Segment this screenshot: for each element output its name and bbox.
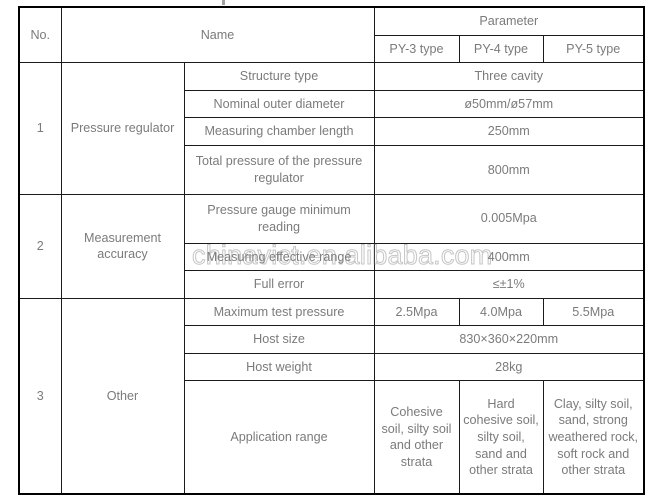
parameter-label-cell: Measuring chamber length [183, 117, 375, 147]
parameter-label-cell: Pressure gauge minimum reading [183, 193, 375, 244]
row-number-cell: 2 [18, 193, 62, 299]
parameter-value-cell-1: Cohesive soil, silty soil and other stra… [373, 380, 460, 495]
specification-table-container: No. Name Parameter PY-3 type PY-4 type PY-5 t… [18, 6, 646, 495]
specification-table: No. Name Parameter PY-3 type PY-4 type PY-5 t… [18, 6, 646, 495]
table-row: 2 Measurement accuracy Pressure gauge mini… [18, 193, 645, 299]
category-name-cell: Other [60, 297, 185, 495]
parameter-value-cell: Three cavity [373, 62, 645, 91]
parameter-value-cell: 800mm [373, 145, 645, 195]
parameter-label-cell: Host size [183, 325, 375, 354]
row-number-cell: 1 [18, 62, 62, 195]
parameter-value-cell-3: Clay, silty soil, sand, strong weathered… [542, 380, 645, 495]
parameter-label-cell: Nominal outer diameter [183, 89, 375, 119]
parameter-value-cell-3: 5.5Mpa [542, 297, 645, 327]
table-row: 3 Other Maximum test pressure 2.5Mpa 4.0Mpa 5… [18, 297, 645, 495]
table-row: 1 Pressure regulator Structure type Three c… [18, 62, 645, 195]
parameter-label-cell: Application range [183, 380, 375, 495]
header-cell-type-1: PY-3 type [373, 34, 460, 64]
parameter-value-cell: 0.005Mpa [373, 193, 645, 244]
parameter-label-cell: Total pressure of the pressure regulator [183, 145, 375, 195]
table-body: No. Name Parameter PY-3 type PY-4 type PY-5 t… [18, 6, 645, 495]
header-cell-name: Name [60, 6, 375, 64]
header-cell-type-3: PY-5 type [542, 34, 645, 64]
parameter-label-cell: Measuring effective range [183, 242, 375, 272]
parameter-label-cell: Structure type [183, 62, 375, 91]
parameter-value-cell-1: 2.5Mpa [373, 297, 460, 327]
parameter-value-cell-2: 4.0Mpa [458, 297, 544, 327]
parameter-value-cell: ≤±1% [373, 270, 645, 299]
screenshot-root: No. Name Parameter PY-3 type PY-4 type PY-5 t… [0, 0, 661, 502]
header-cell-no: No. [18, 6, 62, 64]
parameter-value-cell: 400mm [373, 242, 645, 272]
header-cell-type-2: PY-4 type [458, 34, 544, 64]
clipped-text-artifact [222, 0, 225, 5]
parameter-value-cell-2: Hard cohesive soil, silty soil, sand and… [458, 380, 544, 495]
header-cell-parameter: Parameter [373, 6, 645, 36]
parameter-value-cell: ø50mm/ø57mm [373, 89, 645, 119]
parameter-label-cell: Maximum test pressure [183, 297, 375, 327]
category-name-cell: Pressure regulator [60, 62, 185, 195]
table-header-row-top: No. Name Parameter [18, 6, 645, 64]
parameter-value-cell: 28kg [373, 352, 645, 382]
row-number-cell: 3 [18, 297, 62, 495]
parameter-value-cell: 250mm [373, 117, 645, 147]
category-name-cell: Measurement accuracy [60, 193, 185, 299]
parameter-label-cell: Full error [183, 270, 375, 299]
parameter-value-cell: 830×360×220mm [373, 325, 645, 354]
parameter-label-cell: Host weight [183, 352, 375, 382]
